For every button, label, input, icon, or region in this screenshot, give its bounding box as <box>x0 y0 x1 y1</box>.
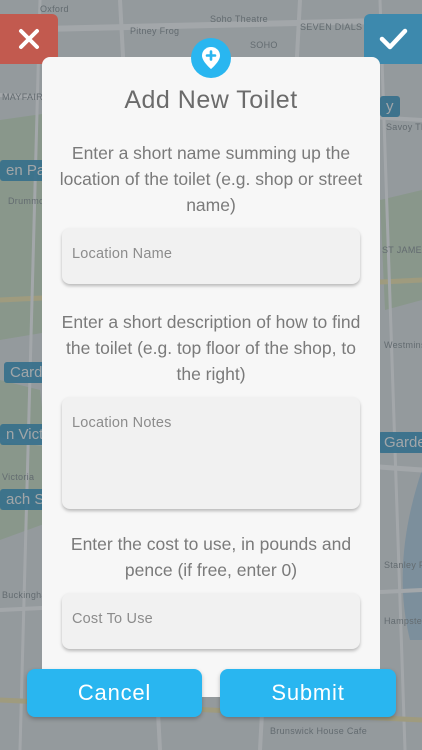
close-icon <box>19 29 39 49</box>
submit-button[interactable]: Submit <box>220 669 396 717</box>
check-icon <box>379 28 408 50</box>
cost-instruction: Enter the cost to use, in pounds and pen… <box>70 534 352 580</box>
location-notes-input[interactable]: Location Notes <box>62 397 360 509</box>
location-name-instruction: Enter a short name summing up the locati… <box>59 143 363 215</box>
location-name-input[interactable]: Location Name <box>62 228 360 284</box>
dialog-title: Add New Toilet <box>124 86 298 114</box>
location-notes-instruction: Enter a short description of how to find… <box>61 312 361 384</box>
cost-input[interactable]: Cost To Use <box>62 593 360 649</box>
add-location-pin-icon <box>191 38 231 78</box>
cancel-button[interactable]: Cancel <box>27 669 202 717</box>
